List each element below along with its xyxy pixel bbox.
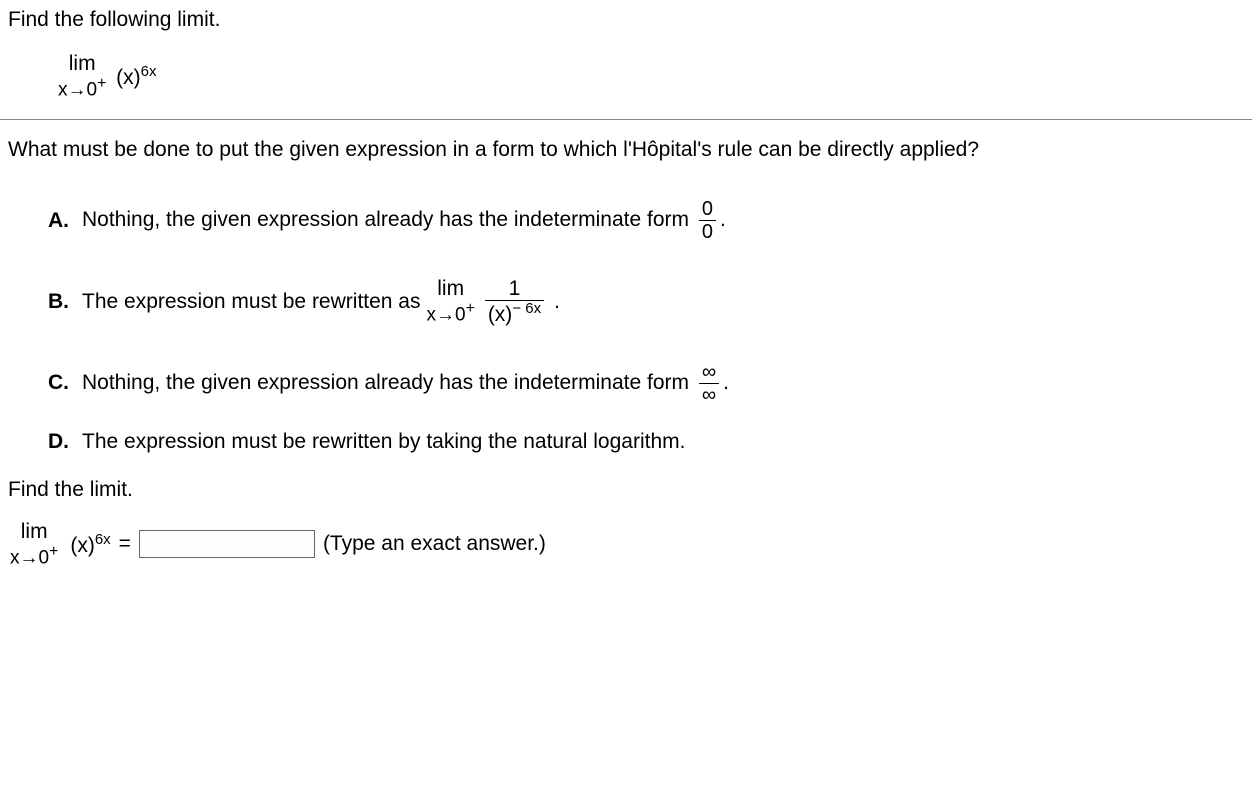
answer-hint: (Type an exact answer.): [323, 532, 546, 556]
question-text: What must be done to put the given expre…: [8, 138, 1252, 162]
choice-d-text: The expression must be rewritten by taki…: [82, 430, 685, 454]
choice-b-lim: lim x→0+: [426, 277, 474, 326]
choice-a-label: A.: [48, 209, 82, 233]
lim-body: (x)6x: [116, 63, 156, 90]
final-lim-body: (x)6x: [70, 531, 110, 558]
fraction-inf-over-inf: ∞ ∞: [699, 361, 719, 406]
divider: [0, 119, 1252, 120]
choice-c[interactable]: C. Nothing, the given expression already…: [48, 361, 1252, 406]
answer-input[interactable]: [139, 530, 315, 558]
limit-expression: lim x→0+ (x)6x: [8, 52, 1252, 101]
lim-approach: x→0+: [58, 75, 106, 101]
choice-c-label: C.: [48, 371, 82, 395]
choice-d-label: D.: [48, 430, 82, 454]
final-lim: lim x→0+: [10, 520, 58, 569]
choice-b-text: The expression must be rewritten as lim …: [82, 277, 560, 326]
choice-b-fraction: 1 (x)− 6x: [485, 277, 544, 326]
choice-a[interactable]: A. Nothing, the given expression already…: [48, 198, 1252, 243]
intro-text: Find the following limit.: [8, 8, 1252, 32]
find-limit-heading: Find the limit.: [8, 478, 1252, 502]
choice-c-text: Nothing, the given expression already ha…: [82, 361, 729, 406]
fraction-0-over-0: 0 0: [699, 198, 716, 243]
choice-b[interactable]: B. The expression must be rewritten as l…: [48, 277, 1252, 326]
choice-a-text: Nothing, the given expression already ha…: [82, 198, 726, 243]
equals-sign: =: [119, 532, 131, 556]
answer-row: lim x→0+ (x)6x = (Type an exact answer.): [10, 520, 1252, 569]
choice-d[interactable]: D. The expression must be rewritten by t…: [48, 430, 1252, 454]
choice-b-label: B.: [48, 290, 82, 314]
choice-list: A. Nothing, the given expression already…: [48, 198, 1252, 453]
lim-label: lim: [58, 52, 106, 75]
